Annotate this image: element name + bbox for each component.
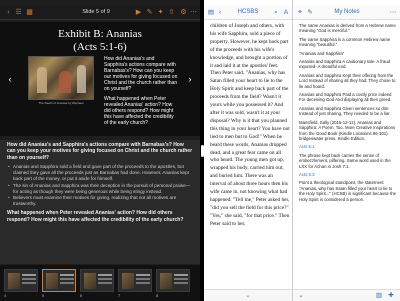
notes-content[interactable]: The name Ananias is derived from a Hebre…: [299, 23, 397, 205]
presentation-toolbar: ‹ ☰ ▦ Slide 5 of 9 ▶ ✎ ✦ ⇧ ⚙ ⋯: [0, 6, 200, 20]
note-reference-link[interactable]: Acts 5:1: [299, 144, 397, 149]
notes-pane: ⚭ ✎ My Notes ⋯ The name Ananias is deriv…: [292, 0, 400, 301]
slide-title-line2: (Acts 5:1-6): [73, 41, 127, 53]
notes-question-1: How did Ananias's and Sapphira's actions…: [7, 142, 193, 161]
slide-thumbnail-selected[interactable]: [42, 269, 76, 292]
bible-version-title[interactable]: HCSBS: [226, 9, 270, 15]
notes-bullet: The sin of Ananias and Sapphira was thei…: [7, 183, 193, 195]
list-icon[interactable]: ☰: [14, 9, 23, 17]
slide-painting: [28, 56, 94, 100]
slide-thumbnails: 4 5 6 7 8: [0, 265, 200, 301]
back-icon[interactable]: ‹: [216, 9, 224, 17]
thumbnail-number: 6: [80, 293, 83, 298]
notes-toolbar: ⚭ ✎ My Notes ⋯: [293, 6, 400, 20]
bible-pane: ▤ ‹ HCSBS ⌕ A children of Joseph and oth…: [204, 0, 292, 301]
notes-question-2: What happened when Peter revealed Anania…: [7, 210, 184, 223]
slide-question-1: How did Ananias's and Sapphira's actions…: [104, 56, 178, 92]
more-icon[interactable]: ⋯: [389, 9, 397, 17]
thumbnail-number: 5: [42, 293, 45, 298]
slide-title-line1: Exhibit B: Ananias: [58, 28, 142, 40]
painting-caption: The Death of Ananias by Raphael: [38, 101, 84, 105]
speaker-notes[interactable]: How did Ananias's and Sapphira's actions…: [0, 140, 200, 264]
current-slide[interactable]: Exhibit B: Ananias (Acts 5:1-6) ‹ › The …: [0, 22, 200, 136]
compose-icon[interactable]: ✚: [387, 292, 395, 300]
slide-counter: Slide 5 of 9: [82, 9, 110, 15]
thumbnail-number: 8: [156, 293, 159, 298]
notes-bullet: Ananias and Sapphira sold a field and ga…: [7, 164, 193, 182]
book-icon[interactable]: ▥: [375, 292, 383, 300]
share-icon[interactable]: ⇧: [167, 9, 176, 17]
slide-title: Exhibit B: Ananias (Acts 5:1-6): [20, 28, 180, 54]
chevron-down-icon[interactable]: ⌄: [297, 292, 305, 300]
note-heading: "Ananias and Sapphira": [299, 50, 345, 56]
prev-slide-icon[interactable]: ‹: [6, 74, 14, 84]
link-icon[interactable]: ⚭: [296, 9, 304, 17]
pen-icon[interactable]: ✎: [145, 9, 154, 17]
note-text: Ananias and Sapphira Kept their offering…: [299, 72, 396, 89]
bible-text[interactable]: children of Joseph and others, with his …: [210, 23, 290, 229]
note-text: Ananias and Sapphira A cautionary tale- …: [299, 59, 391, 70]
pointer-icon[interactable]: ✦: [156, 9, 165, 17]
presentation-pane: ‹ ☰ ▦ Slide 5 of 9 ▶ ✎ ✦ ⇧ ⚙ ⋯ Exhibit B…: [0, 0, 200, 301]
slide-thumbnail[interactable]: [4, 269, 38, 292]
slide-thumbnail[interactable]: [80, 269, 114, 292]
grid-icon[interactable]: ▦: [25, 9, 34, 17]
note-text: Ananias and Sapphira Paid a costly price…: [299, 92, 392, 103]
edit-icon[interactable]: ✎: [306, 9, 314, 17]
back-icon[interactable]: ‹: [4, 9, 13, 17]
slide-question-2: What happened when Peter revealed Anania…: [104, 96, 174, 126]
notes-bullets: Ananias and Sapphira sold a field and ga…: [7, 164, 193, 207]
settings-icon[interactable]: ⚙: [179, 9, 188, 17]
bible-toolbar: ▤ ‹ HCSBS ⌕ A: [204, 6, 292, 20]
thumbnail-number: 4: [4, 293, 7, 298]
slide-thumbnail[interactable]: [156, 269, 190, 292]
play-icon[interactable]: ▶: [134, 9, 143, 17]
note-text: The phrase kept back carries the sense o…: [299, 152, 391, 169]
notes-bottom-bar: ⌄ ▥ ✚: [293, 289, 400, 301]
note-text: Point a theological standpoint, the stat…: [299, 180, 397, 202]
note-reference-link[interactable]: Acts 5:3: [299, 172, 397, 177]
bible-bottom-bar: ⌄: [204, 289, 292, 301]
note-text: The name Sapphira is a common Hebrew nam…: [299, 36, 391, 48]
more-icon[interactable]: ⋯: [189, 9, 198, 17]
next-slide-icon[interactable]: ›: [186, 74, 194, 84]
note-text: The name Ananias is derived from a Hebre…: [299, 23, 396, 34]
thumbnail-number: 7: [118, 293, 121, 298]
library-icon[interactable]: ▤: [207, 9, 215, 17]
text-size-icon[interactable]: A: [282, 9, 290, 17]
notes-bullet: Believers must examine their motives for…: [7, 195, 193, 207]
chevron-down-icon[interactable]: ⌄: [244, 292, 252, 300]
slide-thumbnail[interactable]: [118, 269, 152, 292]
search-icon[interactable]: ⌕: [272, 9, 280, 17]
note-text: Mansfield, Sally (2016-12-12). Ananias a…: [299, 119, 396, 141]
notes-title: My Notes: [334, 9, 360, 15]
note-text: Ananias and Sapphira Given sentences so …: [299, 105, 391, 117]
